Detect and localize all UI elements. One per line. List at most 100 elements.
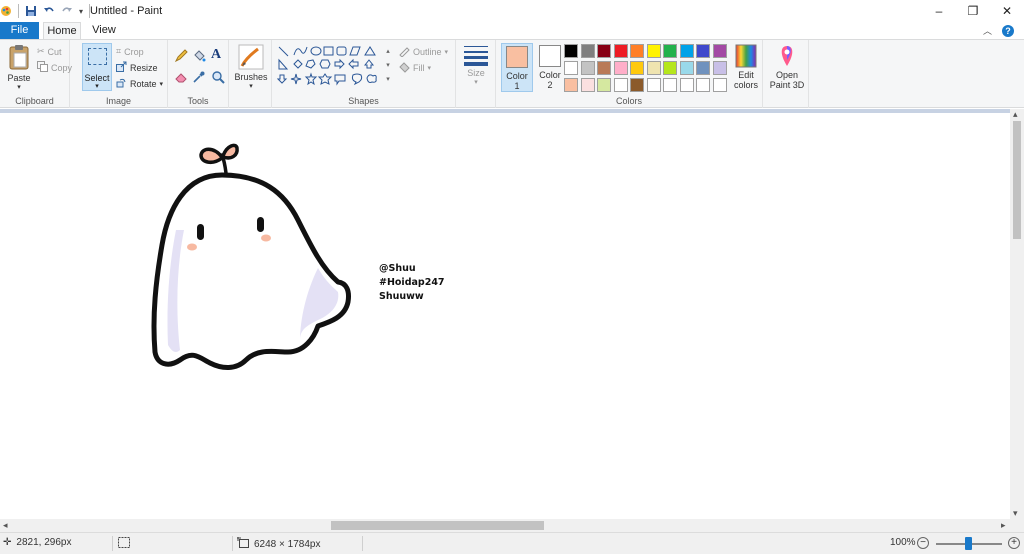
color-swatch[interactable] bbox=[597, 61, 611, 75]
color-swatch[interactable] bbox=[564, 78, 578, 92]
fill-button[interactable]: Fill ▾ bbox=[398, 60, 431, 75]
rotate-button[interactable]: Rotate ▾ bbox=[116, 76, 163, 91]
color-swatch[interactable] bbox=[679, 61, 694, 75]
zoom-out-icon[interactable]: − bbox=[917, 537, 929, 549]
paste-button[interactable]: Paste ▾ bbox=[6, 43, 32, 91]
color-swatch[interactable] bbox=[663, 78, 677, 92]
zoom-slider-thumb[interactable] bbox=[965, 537, 972, 550]
undo-icon[interactable] bbox=[43, 5, 55, 17]
title-bar: ▾ Untitled - Paint – ❐ ✕ bbox=[0, 0, 1024, 22]
zoom-level-text: 100% bbox=[890, 537, 916, 548]
color1-button[interactable]: Color 1 bbox=[501, 43, 533, 92]
color-picker-icon[interactable] bbox=[192, 70, 206, 84]
ribbon: Paste ▾ ✂ Cut Copy Clipboard Select ▾ ⌗ … bbox=[0, 39, 1024, 108]
color-swatch[interactable] bbox=[712, 78, 727, 92]
color-swatch[interactable] bbox=[646, 78, 661, 92]
redo-icon[interactable] bbox=[61, 5, 73, 17]
eraser-icon[interactable] bbox=[174, 70, 188, 84]
fill-bucket-icon[interactable] bbox=[192, 49, 206, 63]
scroll-right-icon[interactable]: ▸ bbox=[1001, 520, 1006, 531]
edit-colors-button[interactable]: Edit colors bbox=[730, 44, 762, 90]
color-swatch[interactable] bbox=[679, 44, 694, 58]
size-button[interactable]: Size ▾ bbox=[460, 44, 492, 86]
select-button[interactable]: Select ▾ bbox=[82, 43, 112, 91]
pencil-icon[interactable] bbox=[174, 49, 188, 63]
color-swatch[interactable] bbox=[696, 61, 710, 75]
color-swatch[interactable] bbox=[564, 61, 578, 75]
outline-button[interactable]: Outline ▾ bbox=[398, 44, 448, 59]
help-icon[interactable]: ? bbox=[1002, 24, 1014, 37]
color-swatch[interactable] bbox=[613, 78, 628, 92]
brushes-button[interactable]: Brushes ▾ bbox=[233, 44, 269, 90]
crop-button[interactable]: ⌗ Crop bbox=[116, 44, 144, 59]
color-swatch[interactable] bbox=[580, 61, 595, 75]
resize-label: Resize bbox=[130, 62, 158, 73]
color-swatch[interactable] bbox=[646, 61, 661, 75]
horizontal-scrollbar[interactable]: ◂ ▸ bbox=[0, 519, 1024, 532]
group-clipboard: Paste ▾ ✂ Cut Copy Clipboard bbox=[0, 40, 72, 108]
color-swatch[interactable] bbox=[712, 61, 727, 75]
resize-button[interactable]: Resize bbox=[116, 60, 158, 75]
vertical-scroll-thumb[interactable] bbox=[1013, 121, 1021, 239]
tab-view[interactable]: View bbox=[85, 22, 123, 39]
text-tool-icon[interactable]: A bbox=[211, 47, 221, 63]
group-shapes: ▴ ▾ ▾ Outline ▾ Fill ▾ Shapes bbox=[272, 40, 456, 108]
color-swatch[interactable] bbox=[597, 44, 611, 58]
color-swatch[interactable] bbox=[630, 78, 644, 92]
restore-button[interactable]: ❐ bbox=[956, 0, 990, 22]
crop-label: Crop bbox=[124, 46, 144, 57]
magnifier-icon[interactable] bbox=[211, 70, 225, 84]
color-swatch[interactable] bbox=[613, 61, 628, 75]
tab-home[interactable]: Home bbox=[43, 22, 81, 39]
color-swatch[interactable] bbox=[663, 44, 677, 58]
minimize-button[interactable]: – bbox=[922, 0, 956, 22]
copy-button[interactable]: Copy bbox=[37, 60, 72, 75]
shapes-scroll-up-icon[interactable]: ▴ bbox=[384, 45, 392, 59]
brushes-dropdown-icon: ▾ bbox=[249, 83, 253, 90]
canvas-area[interactable] bbox=[0, 109, 1010, 519]
horizontal-scroll-thumb[interactable] bbox=[331, 521, 544, 530]
color-swatch[interactable] bbox=[679, 78, 694, 92]
shapes-scroll-down-icon[interactable]: ▾ bbox=[384, 59, 392, 73]
color-swatch[interactable] bbox=[696, 44, 710, 58]
color2-button[interactable]: Color 2 bbox=[534, 43, 566, 92]
vertical-scrollbar[interactable]: ▴ ▾ bbox=[1010, 109, 1024, 519]
close-button[interactable]: ✕ bbox=[990, 0, 1024, 22]
cut-button[interactable]: ✂ Cut bbox=[37, 44, 62, 59]
color-swatch[interactable] bbox=[646, 44, 661, 58]
color-swatch[interactable] bbox=[564, 44, 578, 58]
color-swatch[interactable] bbox=[663, 61, 677, 75]
open-paint3d-button[interactable]: Open Paint 3D bbox=[767, 44, 807, 90]
crosshair-icon: ✛ bbox=[3, 537, 12, 548]
color-swatch[interactable] bbox=[630, 44, 644, 58]
tab-file[interactable]: File bbox=[0, 22, 39, 39]
qat-separator bbox=[18, 4, 19, 18]
shapes-scroll[interactable]: ▴ ▾ ▾ bbox=[384, 45, 392, 89]
copy-icon bbox=[37, 61, 48, 74]
color-swatch[interactable] bbox=[712, 44, 727, 58]
color-swatch[interactable] bbox=[696, 78, 710, 92]
scroll-left-icon[interactable]: ◂ bbox=[3, 520, 8, 531]
paint-app-icon[interactable] bbox=[0, 5, 12, 17]
customize-qat-icon[interactable]: ▾ bbox=[79, 7, 83, 16]
color-swatch[interactable] bbox=[613, 44, 628, 58]
save-icon[interactable] bbox=[25, 5, 37, 17]
zoom-in-icon[interactable]: + bbox=[1008, 537, 1020, 549]
shapes-expand-icon[interactable]: ▾ bbox=[384, 73, 392, 87]
color1-swatch bbox=[506, 46, 528, 68]
colors-group-label: Colors bbox=[615, 96, 642, 106]
color-swatch[interactable] bbox=[580, 78, 595, 92]
outline-label: Outline bbox=[413, 46, 442, 57]
sprout-right-leaf bbox=[221, 143, 239, 160]
scroll-up-icon[interactable]: ▴ bbox=[1013, 109, 1018, 120]
color2-swatch bbox=[539, 45, 561, 67]
rotate-dropdown-icon: ▾ bbox=[159, 80, 164, 88]
color-swatch[interactable] bbox=[580, 44, 595, 58]
collapse-ribbon-icon[interactable]: ︿ bbox=[983, 24, 992, 37]
color-swatch[interactable] bbox=[597, 78, 611, 92]
color-swatch[interactable] bbox=[630, 61, 644, 75]
paint3d-label: Open bbox=[775, 70, 799, 80]
scroll-down-icon[interactable]: ▾ bbox=[1013, 508, 1018, 519]
sprout-left-leaf bbox=[199, 147, 224, 164]
shapes-gallery[interactable] bbox=[276, 45, 383, 89]
